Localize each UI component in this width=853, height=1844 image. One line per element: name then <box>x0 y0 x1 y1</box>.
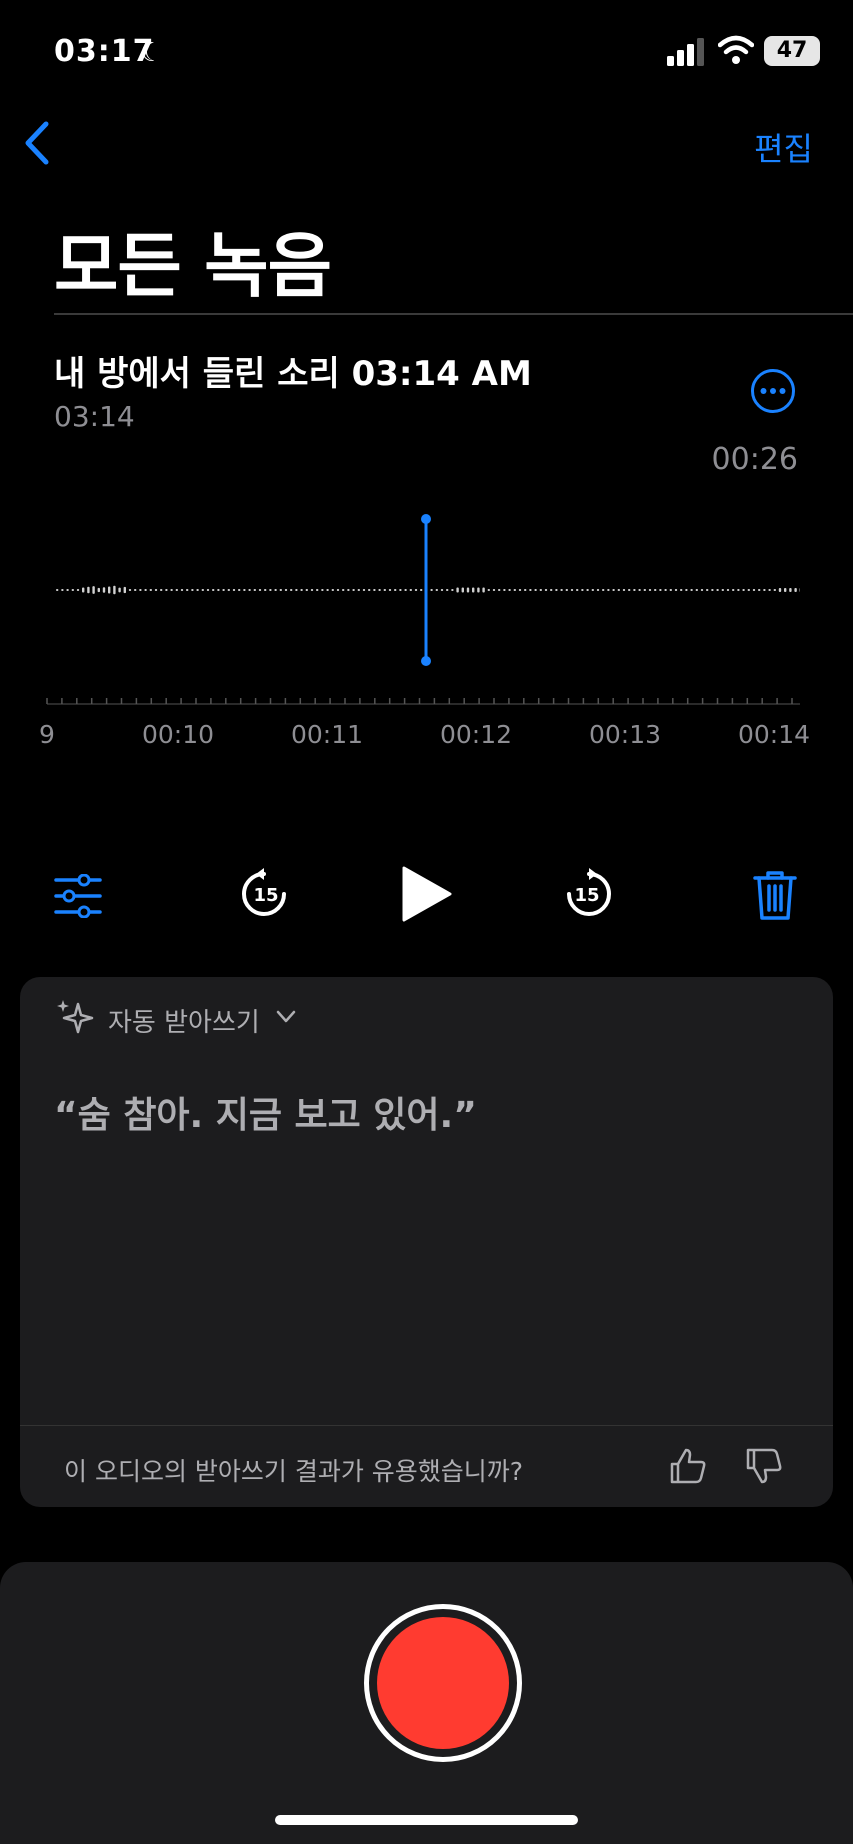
timeline-ruler: 9 00:10 00:11 00:12 00:13 00:14 <box>0 690 853 760</box>
home-indicator[interactable] <box>275 1815 578 1825</box>
trash-icon[interactable] <box>753 870 797 922</box>
skip-forward-seconds: 15 <box>574 885 599 906</box>
sparkles-icon <box>57 1000 94 1034</box>
wifi-icon <box>718 35 754 64</box>
moon-icon: ☾ <box>140 38 164 68</box>
audio-waveform[interactable] <box>54 500 800 680</box>
back-chevron-icon[interactable] <box>20 118 54 168</box>
timeline-label: 9 <box>39 720 55 749</box>
record-button-dot <box>377 1617 509 1749</box>
recording-duration: 00:26 <box>711 442 798 477</box>
chevron-down-icon <box>276 1010 296 1023</box>
feedback-question: 이 오디오의 받아쓰기 결과가 유용했습니까? <box>64 1457 524 1486</box>
skip-back-seconds: 15 <box>253 885 278 906</box>
timeline-label: 00:13 <box>588 720 662 749</box>
divider <box>54 313 853 315</box>
playback-controls: 15 15 <box>0 860 853 930</box>
timeline-label: 00:14 <box>737 720 811 749</box>
record-button[interactable] <box>364 1604 522 1762</box>
timeline-label: 00:11 <box>290 720 364 749</box>
timeline-label: 00:12 <box>439 720 513 749</box>
more-options-icon[interactable] <box>750 368 796 414</box>
timeline-label: 00:10 <box>141 720 215 749</box>
page-title: 모든 녹음 <box>54 225 332 307</box>
options-sliders-icon[interactable] <box>54 874 102 918</box>
play-icon[interactable] <box>400 864 454 924</box>
transcript-header-label: 자동 받아쓰기 <box>108 1008 260 1038</box>
transcript-text: “숨 참아. 지금 보고 있어.” <box>54 1095 477 1136</box>
transcript-header[interactable]: 자동 받아쓰기 <box>56 998 316 1038</box>
cellular-signal-icon <box>667 38 704 66</box>
battery-indicator: 47 <box>764 36 820 66</box>
edit-button[interactable]: 편집 <box>754 124 813 170</box>
thumbs-up-icon[interactable] <box>668 1446 708 1486</box>
recording-time: 03:14 <box>54 400 135 433</box>
transcript-card <box>20 977 833 1507</box>
skip-forward-15-icon[interactable]: 15 <box>561 868 613 920</box>
recording-title[interactable]: 내 방에서 들린 소리 03:14 AM <box>54 346 532 395</box>
divider <box>20 1425 833 1426</box>
thumbs-down-icon[interactable] <box>744 1446 784 1486</box>
ruler-ticks <box>46 698 800 705</box>
skip-back-15-icon[interactable]: 15 <box>240 868 292 920</box>
